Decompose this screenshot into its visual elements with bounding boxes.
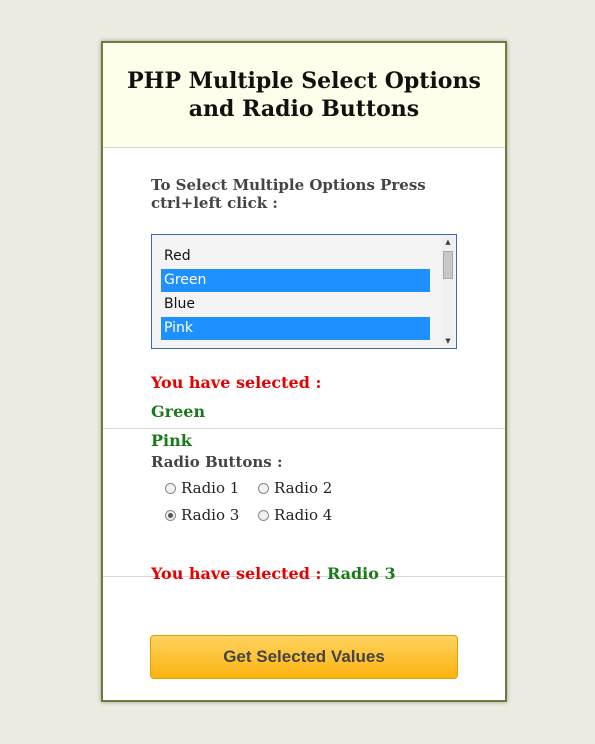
scroll-up-arrow-icon[interactable]: ▲ <box>441 236 455 248</box>
radio-group-title: Radio Buttons : <box>151 453 283 471</box>
radio-3-label: Radio 3 <box>181 506 240 524</box>
radio-result-label: You have selected : <box>151 564 322 583</box>
multi-select-listbox[interactable]: Red Green Blue Pink ▲ ▼ <box>151 234 457 349</box>
radio-circle-icon[interactable] <box>258 509 269 521</box>
option-green[interactable]: Green <box>161 269 430 292</box>
radio-circle-checked-icon[interactable] <box>165 509 176 521</box>
get-selected-values-button[interactable]: Get Selected Values <box>150 635 458 679</box>
option-blue[interactable]: Blue <box>161 293 430 316</box>
listbox-scrollbar[interactable]: ▲ ▼ <box>441 236 455 347</box>
multi-select-section: To Select Multiple Options Press ctrl+le… <box>103 148 505 450</box>
radio-group: Radio 1 Radio 2 Radio 3 Radio 4 <box>151 471 505 531</box>
page-title: PHP Multiple Select Options and Radio Bu… <box>127 68 481 122</box>
radio-result-value: Radio 3 <box>326 564 396 583</box>
selected-value: Green <box>151 402 206 421</box>
form-card: PHP Multiple Select Options and Radio Bu… <box>101 41 507 702</box>
radio-2-label: Radio 2 <box>274 479 333 497</box>
radio-1-label: Radio 1 <box>181 479 240 497</box>
multi-select-result-label: You have selected : <box>151 373 322 392</box>
option-pink[interactable]: Pink <box>161 317 430 340</box>
radio-2[interactable]: Radio 2 <box>258 478 332 498</box>
radio-result: You have selected : Radio 3 <box>151 564 396 584</box>
option-red[interactable]: Red <box>161 245 430 268</box>
radio-section: Radio Buttons : Radio 1 Radio 2 Radio 3 … <box>103 429 505 583</box>
scrollbar-thumb[interactable] <box>443 251 453 279</box>
card-header: PHP Multiple Select Options and Radio Bu… <box>103 43 505 148</box>
radio-circle-icon[interactable] <box>258 482 269 494</box>
radio-3[interactable]: Radio 3 <box>165 505 239 525</box>
scroll-down-arrow-icon[interactable]: ▼ <box>441 335 455 347</box>
radio-4-label: Radio 4 <box>274 506 333 524</box>
radio-circle-icon[interactable] <box>165 482 176 494</box>
multi-select-instruction: To Select Multiple Options Press ctrl+le… <box>151 176 426 212</box>
radio-4[interactable]: Radio 4 <box>258 505 332 525</box>
radio-1[interactable]: Radio 1 <box>165 478 239 498</box>
